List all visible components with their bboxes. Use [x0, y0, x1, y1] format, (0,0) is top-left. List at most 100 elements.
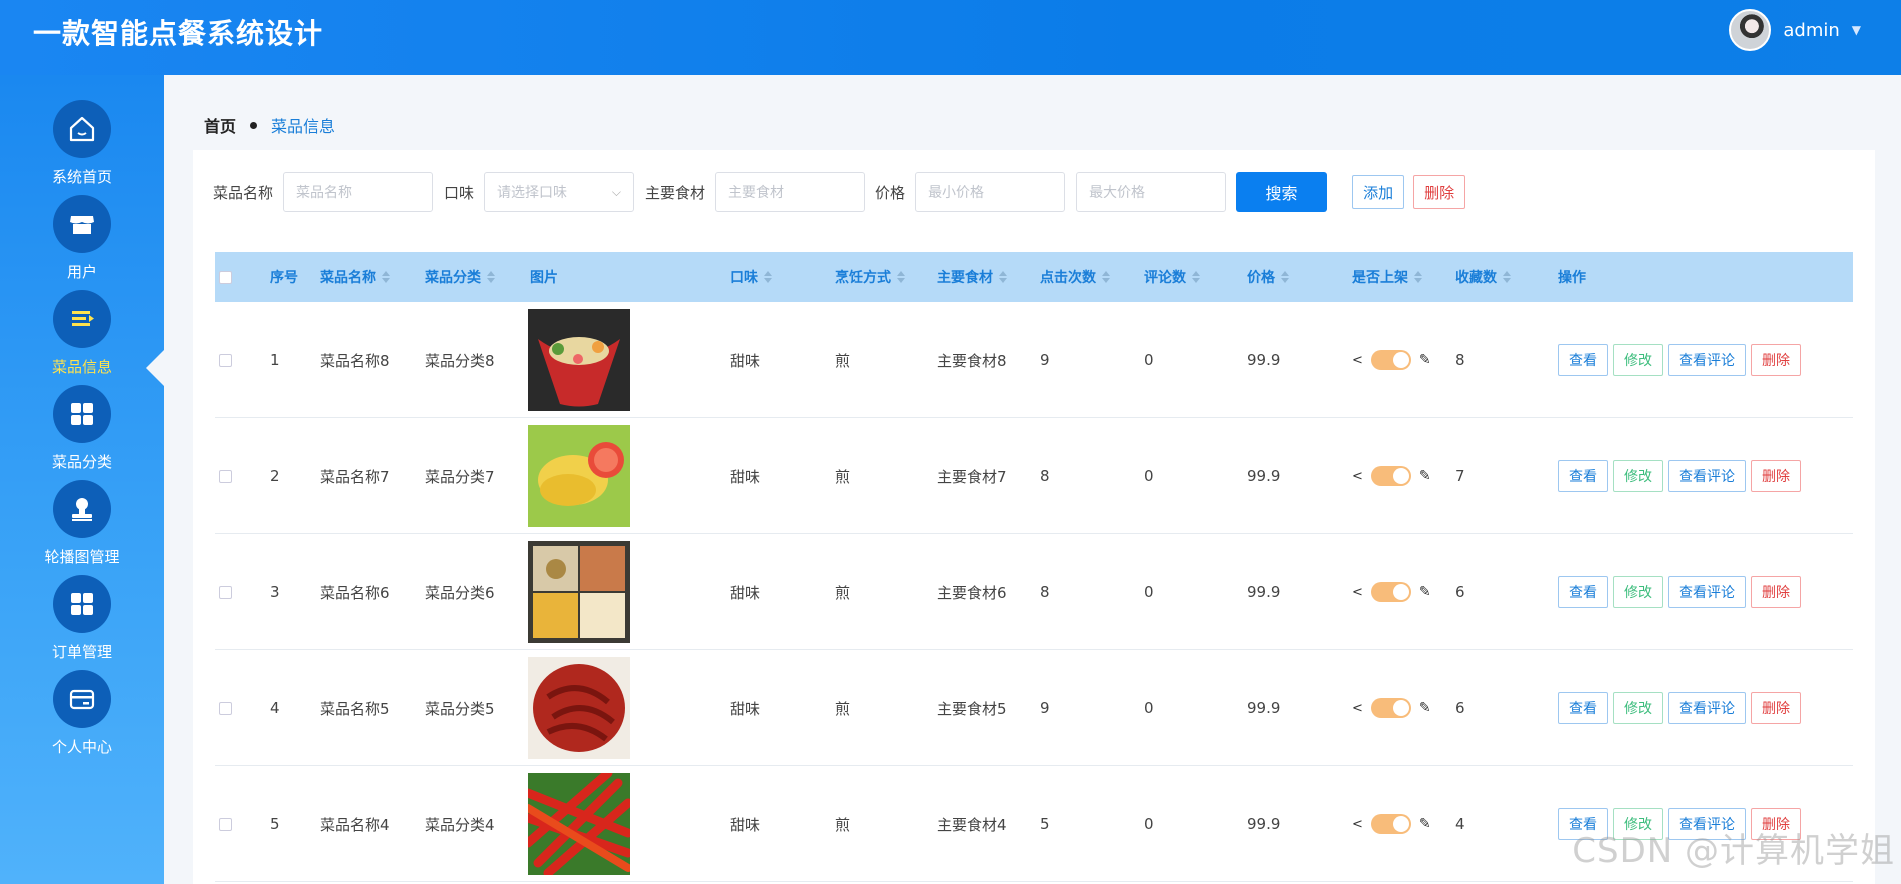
- cell-comments: 0: [1144, 583, 1154, 601]
- edit-button[interactable]: 修改: [1613, 692, 1663, 724]
- min-price-input[interactable]: 最小价格: [915, 172, 1066, 212]
- sort-icon: [1192, 271, 1200, 283]
- sort-icon: [1414, 271, 1422, 283]
- cell-name: 菜品名称6: [320, 583, 390, 602]
- user-menu[interactable]: admin ▼: [1729, 9, 1861, 51]
- caret-down-icon[interactable]: ▼: [1852, 23, 1861, 37]
- list-icon: [53, 290, 111, 348]
- dish-image[interactable]: [528, 541, 630, 643]
- row-checkbox[interactable]: [219, 353, 232, 367]
- col-taste[interactable]: 口味: [730, 252, 772, 302]
- dish-image[interactable]: [528, 773, 630, 875]
- search-button[interactable]: 搜索: [1236, 172, 1328, 212]
- breadcrumb-home[interactable]: 首页: [204, 113, 236, 137]
- cell-name: 菜品名称8: [320, 351, 390, 370]
- view-comments-button[interactable]: 查看评论: [1668, 344, 1746, 376]
- on-sale-toggle[interactable]: [1370, 466, 1411, 486]
- edit-button[interactable]: 修改: [1613, 344, 1663, 376]
- delete-row-button[interactable]: 删除: [1751, 344, 1801, 376]
- col-price[interactable]: 价格: [1247, 252, 1289, 302]
- dish-image[interactable]: [528, 309, 630, 411]
- share-icon[interactable]: <: [1352, 817, 1363, 832]
- share-icon[interactable]: <: [1352, 469, 1363, 484]
- app-title: 一款智能点餐系统设计: [33, 17, 324, 50]
- ingredient-input[interactable]: 主要食材: [715, 172, 866, 212]
- sidebar-item-label: 个人中心: [51, 738, 112, 756]
- cell-favorites: 4: [1455, 815, 1465, 833]
- cell-clicks: 9: [1040, 351, 1050, 369]
- cell-ingredient: 主要食材6: [937, 583, 1007, 602]
- cell-cooking: 煎: [835, 351, 851, 370]
- col-favorites[interactable]: 收藏数: [1455, 252, 1511, 302]
- col-image: 图片: [530, 270, 558, 286]
- col-on-sale[interactable]: 是否上架: [1352, 252, 1422, 302]
- max-price-input[interactable]: 最大价格: [1076, 172, 1227, 212]
- view-button[interactable]: 查看: [1558, 344, 1608, 376]
- view-comments-button[interactable]: 查看评论: [1668, 692, 1746, 724]
- name-input[interactable]: 菜品名称: [283, 172, 434, 212]
- edit-pen-icon[interactable]: ✎: [1419, 468, 1431, 484]
- cell-clicks: 8: [1040, 583, 1050, 601]
- on-sale-toggle[interactable]: [1370, 582, 1411, 602]
- sort-icon: [1281, 271, 1289, 283]
- on-sale-toggle[interactable]: [1370, 698, 1411, 718]
- edit-button[interactable]: 修改: [1613, 576, 1663, 608]
- taste-select[interactable]: 请选择口味 ⌵: [484, 172, 635, 212]
- view-comments-button[interactable]: 查看评论: [1668, 576, 1746, 608]
- col-name[interactable]: 菜品名称: [320, 252, 390, 302]
- ingredient-label: 主要食材: [645, 183, 706, 202]
- avatar[interactable]: [1729, 9, 1772, 51]
- cell-index: 3: [270, 583, 280, 601]
- taste-label: 口味: [444, 183, 475, 202]
- edit-pen-icon[interactable]: ✎: [1419, 352, 1431, 368]
- row-checkbox[interactable]: [219, 817, 232, 831]
- share-icon[interactable]: <: [1352, 353, 1363, 368]
- name-label: 菜品名称: [213, 183, 274, 202]
- sort-icon: [1102, 271, 1110, 283]
- price-label: 价格: [875, 183, 906, 202]
- edit-button[interactable]: 修改: [1613, 460, 1663, 492]
- username[interactable]: admin: [1783, 20, 1839, 41]
- on-sale-toggle[interactable]: [1370, 814, 1411, 834]
- cell-category: 菜品分类8: [425, 351, 495, 370]
- view-button[interactable]: 查看: [1558, 692, 1608, 724]
- cell-price: 99.9: [1247, 815, 1281, 833]
- col-comments[interactable]: 评论数: [1144, 252, 1200, 302]
- cell-name: 菜品名称5: [320, 699, 390, 718]
- delete-button[interactable]: 删除: [1413, 175, 1466, 209]
- breadcrumb-separator: [250, 121, 258, 129]
- grid-icon: [53, 575, 111, 633]
- share-icon[interactable]: <: [1352, 701, 1363, 716]
- col-ingredient[interactable]: 主要食材: [937, 252, 1007, 302]
- edit-pen-icon[interactable]: ✎: [1419, 584, 1431, 600]
- dish-image[interactable]: [528, 425, 630, 527]
- row-checkbox[interactable]: [219, 585, 232, 599]
- row-checkbox[interactable]: [219, 701, 232, 715]
- chevron-down-icon: ⌵: [611, 184, 622, 199]
- dish-image[interactable]: [528, 657, 630, 759]
- share-icon[interactable]: <: [1352, 585, 1363, 600]
- cell-favorites: 6: [1455, 583, 1465, 601]
- cell-category: 菜品分类4: [425, 815, 495, 834]
- row-checkbox[interactable]: [219, 469, 232, 483]
- delete-row-button[interactable]: 删除: [1751, 460, 1801, 492]
- view-button[interactable]: 查看: [1558, 460, 1608, 492]
- col-cooking[interactable]: 烹饪方式: [835, 252, 905, 302]
- view-comments-button[interactable]: 查看评论: [1668, 460, 1746, 492]
- cell-category: 菜品分类6: [425, 583, 495, 602]
- on-sale-toggle[interactable]: [1370, 350, 1411, 370]
- sidebar: 系统首页 用户 菜品信息 菜品分类 轮播图管理 订单管理 个人中心: [0, 75, 164, 884]
- select-all-checkbox[interactable]: [219, 270, 232, 284]
- view-button[interactable]: 查看: [1558, 576, 1608, 608]
- edit-pen-icon[interactable]: ✎: [1419, 700, 1431, 716]
- delete-row-button[interactable]: 删除: [1751, 576, 1801, 608]
- col-category[interactable]: 菜品分类: [425, 252, 495, 302]
- delete-row-button[interactable]: 删除: [1751, 692, 1801, 724]
- cell-comments: 0: [1144, 467, 1154, 485]
- shop-icon: [53, 195, 111, 253]
- edit-pen-icon[interactable]: ✎: [1419, 816, 1431, 832]
- add-button[interactable]: 添加: [1352, 175, 1405, 209]
- cell-cooking: 煎: [835, 815, 851, 834]
- sidebar-item-profile[interactable]: 个人中心: [0, 645, 164, 760]
- col-clicks[interactable]: 点击次数: [1040, 252, 1110, 302]
